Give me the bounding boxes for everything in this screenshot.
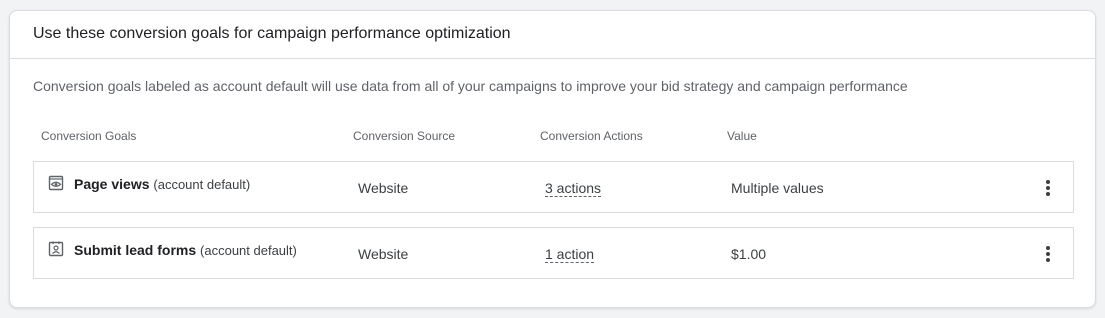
contact-form-icon	[48, 241, 64, 257]
conversion-source: Website	[358, 246, 409, 262]
conversion-goals-card: Use these conversion goals for campaign …	[9, 10, 1096, 308]
column-header-value: Value	[727, 129, 757, 143]
more-options-icon[interactable]	[1036, 176, 1060, 200]
goal-name: Submit lead forms (account default)	[74, 242, 297, 258]
conversion-actions-link[interactable]: 1 action	[545, 246, 595, 263]
column-header-actions: Conversion Actions	[540, 129, 643, 143]
table-row: Submit lead forms (account default) Webs…	[33, 227, 1074, 279]
conversion-value: $1.00	[731, 246, 767, 262]
account-default-label: (account default)	[200, 243, 297, 258]
column-header-goals: Conversion Goals	[41, 129, 137, 143]
goal-name: Page views (account default)	[74, 176, 251, 192]
conversion-source: Website	[358, 180, 409, 196]
card-header: Use these conversion goals for campaign …	[10, 11, 1095, 59]
card-title: Use these conversion goals for campaign …	[33, 25, 511, 42]
conversion-actions-link[interactable]: 3 actions	[545, 180, 602, 197]
eye-page-icon	[48, 175, 64, 191]
table-row: Page views (account default) Website 3 a…	[33, 161, 1074, 213]
conversion-value: Multiple values	[731, 180, 824, 196]
card-description: Conversion goals labeled as account defa…	[33, 78, 908, 94]
account-default-label: (account default)	[153, 177, 251, 192]
column-header-source: Conversion Source	[353, 129, 456, 143]
more-options-icon[interactable]	[1036, 242, 1060, 266]
